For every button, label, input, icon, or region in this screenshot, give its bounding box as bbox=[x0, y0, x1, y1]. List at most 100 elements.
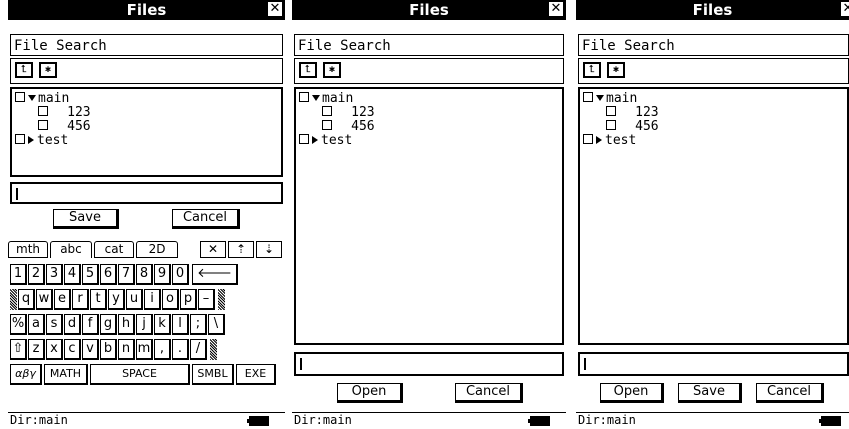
key-period[interactable]: . bbox=[172, 339, 189, 360]
key-smbl[interactable]: SMBL bbox=[192, 364, 234, 385]
key-3[interactable]: 3 bbox=[46, 264, 63, 285]
cancel-button[interactable]: Cancel bbox=[756, 383, 824, 403]
save-button[interactable]: Save bbox=[678, 383, 742, 403]
key-j[interactable]: j bbox=[136, 314, 153, 335]
key-f[interactable]: f bbox=[82, 314, 99, 335]
key-x[interactable]: x bbox=[46, 339, 63, 360]
checkbox[interactable] bbox=[299, 92, 309, 102]
menu-file-search[interactable]: File Search bbox=[10, 34, 283, 56]
key-greek[interactable]: αβγ bbox=[10, 364, 42, 385]
key-1[interactable]: 1 bbox=[10, 264, 27, 285]
key-b[interactable]: b bbox=[100, 339, 117, 360]
up-folder-icon[interactable]: ⮤ bbox=[583, 62, 601, 78]
checkbox[interactable] bbox=[38, 120, 49, 130]
new-folder-icon[interactable]: ✱ bbox=[323, 62, 341, 78]
shift-key[interactable]: ⇧ bbox=[10, 339, 27, 360]
tree-file-456[interactable]: 456 bbox=[299, 120, 559, 134]
tab-mth[interactable]: mth bbox=[8, 241, 48, 258]
new-folder-icon[interactable]: ✱ bbox=[607, 62, 625, 78]
checkbox[interactable] bbox=[299, 134, 309, 144]
checkbox[interactable] bbox=[15, 92, 25, 102]
new-folder-icon[interactable]: ✱ bbox=[39, 62, 57, 78]
filename-input[interactable] bbox=[294, 352, 564, 376]
arrow-down-icon[interactable]: ⇣ bbox=[256, 241, 282, 258]
checkbox[interactable] bbox=[15, 134, 25, 144]
menu-file-search[interactable]: File Search bbox=[294, 34, 564, 56]
arrow-up-icon[interactable]: ⇡ bbox=[228, 241, 254, 258]
tree-file-123[interactable]: 123 bbox=[583, 106, 844, 120]
key-g[interactable]: g bbox=[100, 314, 117, 335]
key-8[interactable]: 8 bbox=[136, 264, 153, 285]
key-v[interactable]: v bbox=[82, 339, 99, 360]
tree-file-123[interactable]: 123 bbox=[299, 106, 559, 120]
key-h[interactable]: h bbox=[118, 314, 135, 335]
close-keyboard-icon[interactable]: ✕ bbox=[200, 241, 226, 258]
key-0[interactable]: 0 bbox=[172, 264, 189, 285]
key-4[interactable]: 4 bbox=[64, 264, 81, 285]
key-i[interactable]: i bbox=[144, 289, 161, 310]
key-l[interactable]: l bbox=[172, 314, 189, 335]
save-button[interactable]: Save bbox=[53, 209, 119, 229]
tree-folder-main[interactable]: main bbox=[299, 92, 559, 106]
key-z[interactable]: z bbox=[28, 339, 45, 360]
tree-folder-test[interactable]: test bbox=[299, 134, 559, 148]
tree-folder-main[interactable]: main bbox=[583, 92, 844, 106]
cancel-button[interactable]: Cancel bbox=[172, 209, 240, 229]
checkbox[interactable] bbox=[322, 106, 333, 116]
tree-file-456[interactable]: 456 bbox=[15, 120, 278, 134]
close-icon[interactable]: ✕ bbox=[549, 2, 563, 16]
key-q[interactable]: q bbox=[18, 289, 35, 310]
open-button[interactable]: Open bbox=[337, 383, 403, 403]
key-o[interactable]: o bbox=[162, 289, 179, 310]
tree-folder-main[interactable]: main bbox=[15, 92, 278, 106]
filename-input[interactable] bbox=[10, 182, 283, 204]
key-6[interactable]: 6 bbox=[100, 264, 117, 285]
tree-file-456[interactable]: 456 bbox=[583, 120, 844, 134]
checkbox[interactable] bbox=[606, 120, 617, 130]
tree-file-123[interactable]: 123 bbox=[15, 106, 278, 120]
up-folder-icon[interactable]: ⮤ bbox=[299, 62, 317, 78]
checkbox[interactable] bbox=[322, 120, 333, 130]
tree-folder-test[interactable]: test bbox=[583, 134, 844, 148]
tab-2d[interactable]: 2D bbox=[136, 241, 178, 258]
key-n[interactable]: n bbox=[118, 339, 135, 360]
key-p[interactable]: p bbox=[180, 289, 197, 310]
tree-folder-test[interactable]: test bbox=[15, 134, 278, 148]
close-icon[interactable]: ✕ bbox=[268, 2, 282, 16]
cancel-button[interactable]: Cancel bbox=[455, 383, 523, 403]
checkbox[interactable] bbox=[38, 106, 49, 116]
key-a[interactable]: a bbox=[28, 314, 45, 335]
checkbox[interactable] bbox=[606, 106, 617, 116]
close-icon[interactable]: ✕ bbox=[841, 2, 849, 16]
key-percent[interactable]: % bbox=[10, 314, 27, 335]
checkbox[interactable] bbox=[583, 92, 593, 102]
tab-abc[interactable]: abc bbox=[50, 241, 92, 258]
key-u[interactable]: u bbox=[126, 289, 143, 310]
key-t[interactable]: t bbox=[90, 289, 107, 310]
key-9[interactable]: 9 bbox=[154, 264, 171, 285]
key-5[interactable]: 5 bbox=[82, 264, 99, 285]
key-slash[interactable]: / bbox=[190, 339, 207, 360]
key-e[interactable]: e bbox=[54, 289, 71, 310]
key-comma[interactable]: , bbox=[154, 339, 171, 360]
key-exe[interactable]: EXE bbox=[236, 364, 276, 385]
key-math[interactable]: MATH bbox=[44, 364, 88, 385]
key-minus[interactable]: – bbox=[198, 289, 215, 310]
key-space[interactable]: SPACE bbox=[90, 364, 190, 385]
key-m[interactable]: m bbox=[136, 339, 153, 360]
key-s[interactable]: s bbox=[46, 314, 63, 335]
checkbox[interactable] bbox=[583, 134, 593, 144]
filename-input[interactable] bbox=[578, 352, 849, 376]
key-c[interactable]: c bbox=[64, 339, 81, 360]
key-k[interactable]: k bbox=[154, 314, 171, 335]
key-2[interactable]: 2 bbox=[28, 264, 45, 285]
key-y[interactable]: y bbox=[108, 289, 125, 310]
key-7[interactable]: 7 bbox=[118, 264, 135, 285]
key-semicolon[interactable]: ; bbox=[190, 314, 207, 335]
backspace-key[interactable]: 🡐 bbox=[192, 264, 238, 285]
key-backslash[interactable]: \ bbox=[208, 314, 225, 335]
key-r[interactable]: r bbox=[72, 289, 89, 310]
menu-file-search[interactable]: File Search bbox=[578, 34, 849, 56]
up-folder-icon[interactable]: ⮤ bbox=[15, 62, 33, 78]
open-button[interactable]: Open bbox=[600, 383, 664, 403]
